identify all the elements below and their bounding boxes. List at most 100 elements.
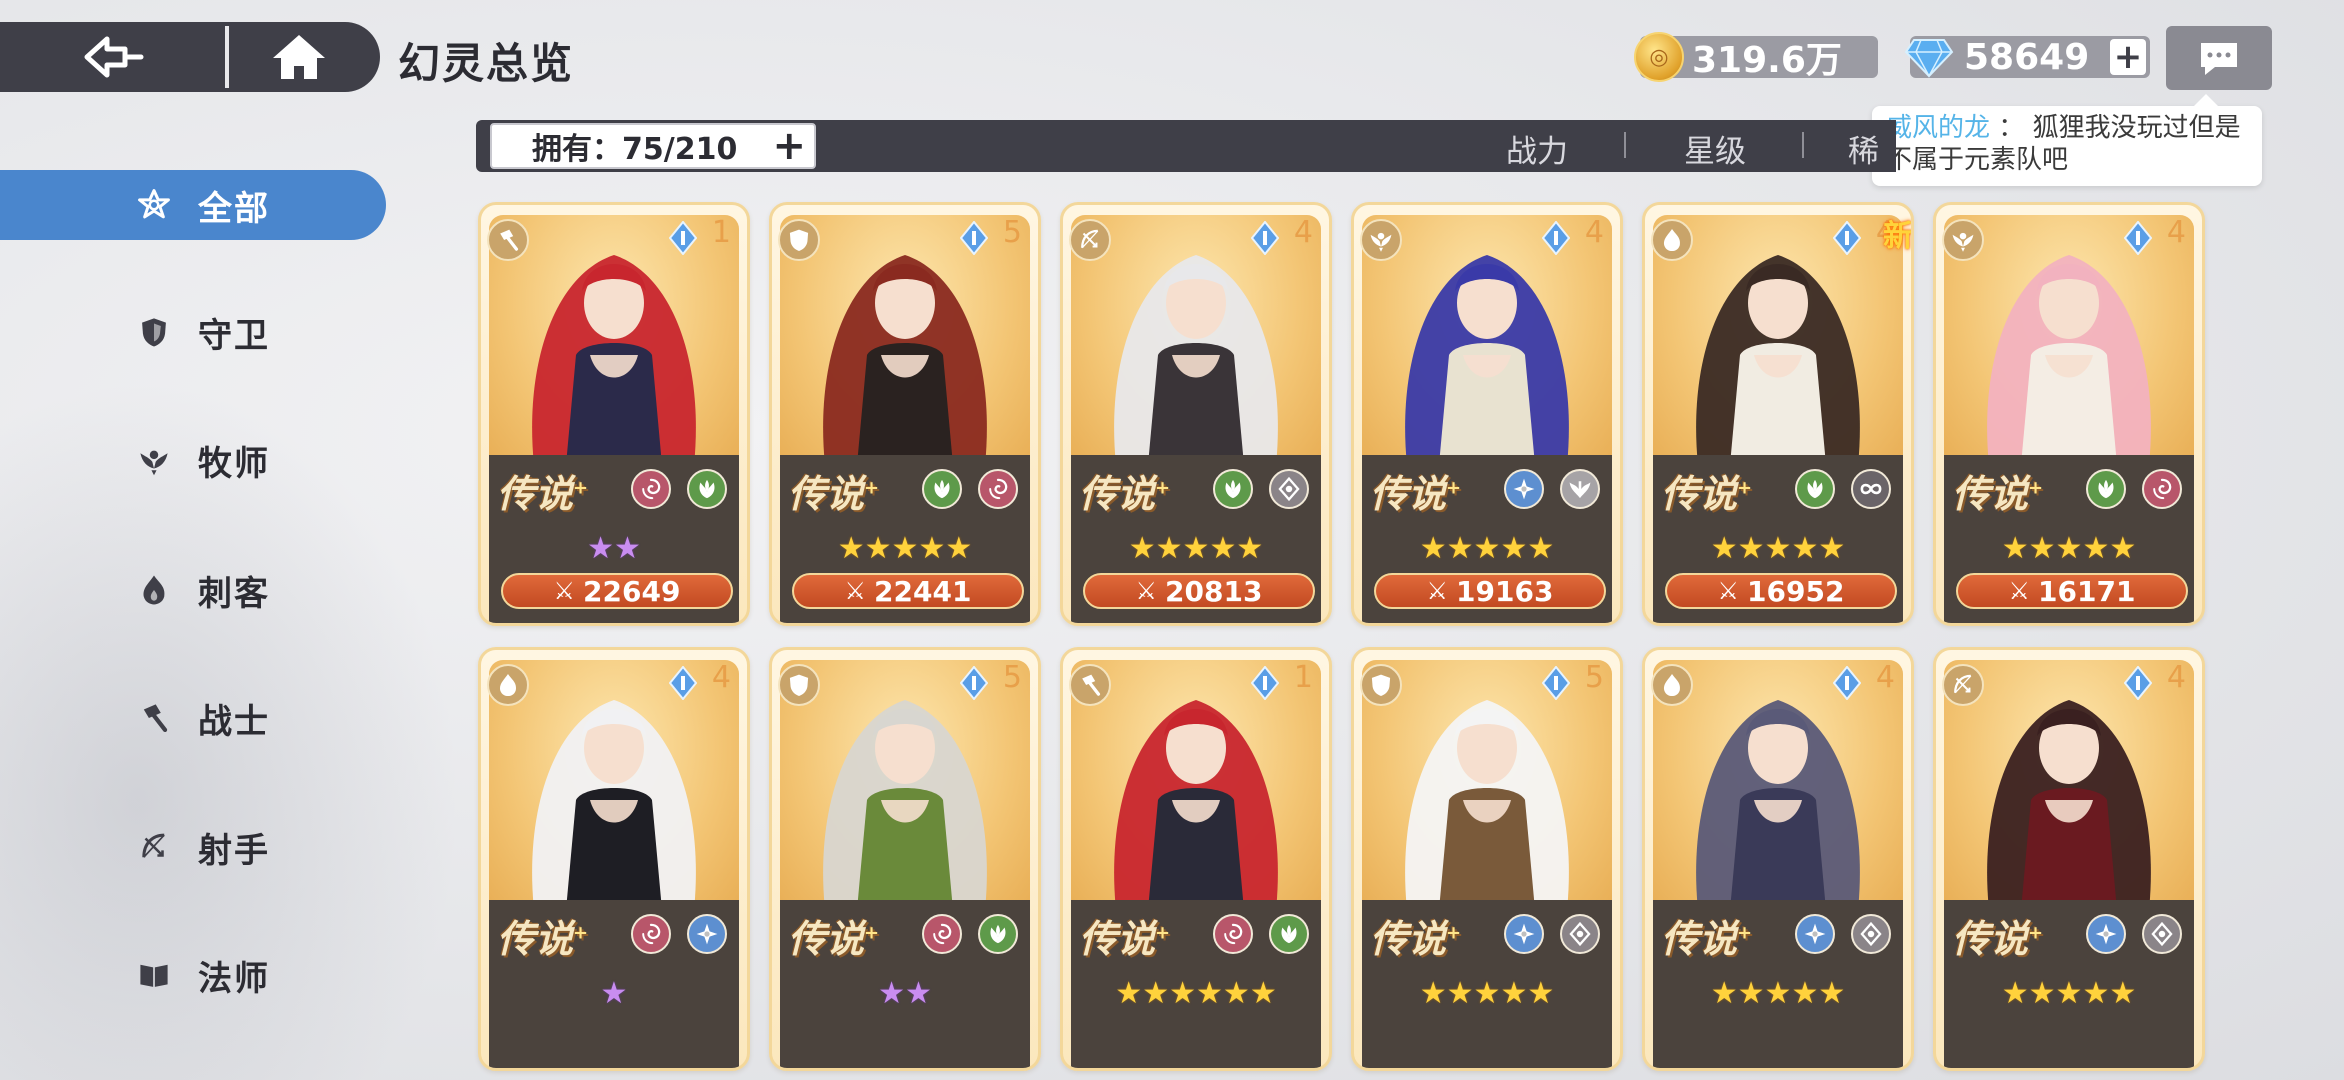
crossed-swords-icon: ⚔: [1426, 577, 1449, 605]
sort-rarity[interactable]: 稀: [1848, 126, 1879, 171]
hero-card[interactable]: 5 传说+ ★★★★★ ⚔ 22441: [769, 202, 1041, 626]
rarity-text: 传说: [1079, 472, 1156, 516]
sidebar-item-label: 法师: [198, 958, 270, 999]
star-rating: ★★: [481, 531, 747, 566]
star-icon: ★: [1446, 976, 1474, 1011]
hero-cost: 4: [2166, 215, 2186, 250]
hero-card[interactable]: 1 传说+ ★★★★★★: [1060, 647, 1332, 1071]
infinity-icon: [1851, 469, 1891, 509]
rarity-plus-mark: +: [1446, 922, 1462, 944]
rarity-label: 传说+: [788, 463, 879, 518]
page-title: 幻灵总览: [398, 39, 575, 88]
owned-count-box[interactable]: 拥有：75/210 +: [490, 123, 816, 169]
combat-power-bar: ⚔ 22649: [501, 573, 733, 609]
hero-cost: 4: [711, 660, 731, 695]
chat-button[interactable]: [2166, 26, 2272, 90]
gem-currency[interactable]: 58649 +: [1904, 36, 2150, 78]
back-button[interactable]: [0, 22, 225, 92]
new-badge: 新: [1883, 219, 1913, 254]
hero-card[interactable]: 4 新传说+ ★★★★★ ⚔ 16952: [1642, 202, 1914, 626]
star-icon: ★: [1222, 976, 1250, 1011]
rarity-plus-mark: +: [2028, 922, 2044, 944]
hero-cost: 4: [1293, 215, 1313, 250]
star-icon: ★: [1818, 531, 1846, 566]
star-icon: ★: [2109, 531, 2137, 566]
hero-portrait: [1362, 215, 1612, 465]
cost-crystal-icon: [668, 665, 698, 701]
wind-swirl-icon: [2142, 469, 2182, 509]
star-icon: ★: [1209, 531, 1237, 566]
hero-card[interactable]: 4 传说+ ★★★★★ ⚔ 16171: [1933, 202, 2205, 626]
hero-card[interactable]: 5 传说+ ★★: [769, 647, 1041, 1071]
nature-leaf-icon: [687, 469, 727, 509]
hero-portrait: [1362, 660, 1612, 910]
combat-power-value: 19163: [1456, 574, 1554, 608]
sidebar-item-6[interactable]: 法师: [0, 940, 386, 1010]
add-gem-button[interactable]: +: [2110, 39, 2146, 75]
star-rating: ★: [481, 976, 747, 1011]
star-icon: ★: [1419, 976, 1447, 1011]
star-icon: ★: [1115, 976, 1143, 1011]
ice-snowflake-icon: [1504, 469, 1544, 509]
star-icon: ★: [1473, 531, 1501, 566]
hero-card[interactable]: 4 传说+ ★★★★★ ⚔ 19163: [1351, 202, 1623, 626]
sidebar-item-2[interactable]: 牧师: [0, 425, 386, 495]
hero-card[interactable]: 4 传说+ ★★★★★: [1642, 647, 1914, 1071]
chat-popup[interactable]: 威风的龙 ： 狐狸我没玩过但是不属于元素队吧: [1872, 94, 2262, 186]
hero-portrait: [1071, 660, 1321, 910]
sort-divider: [1802, 132, 1804, 158]
light-diamond-icon: [1851, 914, 1891, 954]
hero-card[interactable]: 5 传说+ ★★★★★: [1351, 647, 1623, 1071]
hero-cost: 4: [1584, 215, 1604, 250]
gold-currency[interactable]: ◎ 319.6万: [1634, 32, 1878, 82]
star-icon: ★: [864, 531, 892, 566]
hero-card[interactable]: 4 传说+ ★★★★★: [1933, 647, 2205, 1071]
hero-card[interactable]: 4 传说+ ★: [478, 647, 750, 1071]
nature-leaf-icon: [1269, 914, 1309, 954]
mage-book-icon: [134, 955, 174, 995]
sort-power[interactable]: 战力: [1506, 126, 1568, 171]
chat-sender[interactable]: 威风的龙: [1886, 113, 1990, 143]
hero-portrait: [489, 660, 739, 910]
home-button[interactable]: [229, 22, 369, 92]
rarity-text: 传说: [1952, 917, 2029, 961]
star-icon: ★: [2028, 976, 2056, 1011]
hero-cost: 1: [711, 215, 731, 250]
cost-crystal-icon: [1250, 665, 1280, 701]
rarity-text: 传说: [1661, 472, 1738, 516]
wind-swirl-icon: [1213, 914, 1253, 954]
rarity-label: 传说+: [1661, 463, 1752, 518]
star-icon: ★: [891, 531, 919, 566]
star-icon: ★: [1791, 531, 1819, 566]
hero-cost: 5: [1002, 215, 1022, 250]
warrior-hammer-icon: [487, 219, 529, 261]
star-icon: ★: [2055, 531, 2083, 566]
shield-icon: [1360, 664, 1402, 706]
star-icon: ★: [1737, 976, 1765, 1011]
assassin-flame-icon: [487, 664, 529, 706]
light-diamond-icon: [1560, 914, 1600, 954]
rarity-text: 传说: [1661, 917, 1738, 961]
star-rating: ★★★★★: [1354, 531, 1620, 566]
combat-power-bar: ⚔ 22441: [792, 573, 1024, 609]
sort-stars[interactable]: 星级: [1684, 126, 1746, 171]
sidebar-item-3[interactable]: 刺客: [0, 555, 386, 625]
sort-divider: [1624, 132, 1626, 158]
star-icon: ★: [1764, 531, 1792, 566]
star-rating: ★★★★★: [772, 531, 1038, 566]
ice-snowflake-icon: [1504, 914, 1544, 954]
chat-separator: ：: [1998, 113, 2025, 143]
hero-card[interactable]: 1 传说+ ★★ ⚔ 22649: [478, 202, 750, 626]
sidebar-item-label: 射手: [198, 830, 270, 871]
sidebar-item-0[interactable]: 全部: [0, 170, 386, 240]
all-star-icon: [134, 185, 174, 225]
star-icon: ★: [878, 976, 905, 1011]
sidebar-item-4[interactable]: 战士: [0, 683, 386, 753]
sidebar-item-5[interactable]: 射手: [0, 812, 386, 882]
sidebar-item-1[interactable]: 守卫: [0, 297, 386, 367]
expand-capacity-button[interactable]: +: [772, 123, 806, 169]
filter-bar: 拥有：75/210 + 战力 星级 稀: [476, 120, 1896, 172]
rarity-plus-mark: +: [573, 922, 589, 944]
hero-portrait: [1653, 660, 1903, 910]
hero-card[interactable]: 4 传说+ ★★★★★ ⚔ 20813: [1060, 202, 1332, 626]
